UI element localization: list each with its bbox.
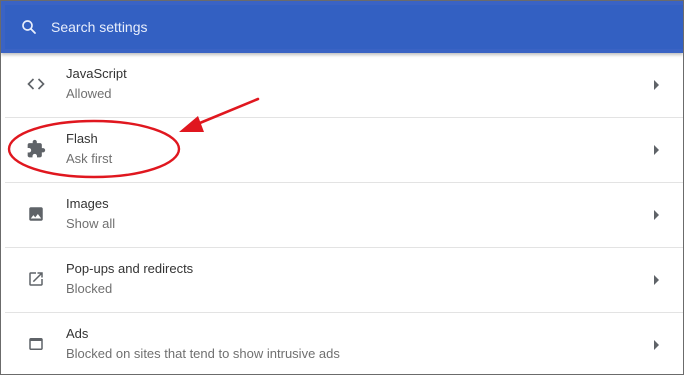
row-subtitle: Show all [66, 216, 116, 231]
search-field[interactable]: Search settings [5, 5, 683, 49]
row-images[interactable]: Images Show all [5, 183, 683, 248]
row-flash[interactable]: Flash Ask first [5, 118, 683, 183]
row-popups-and-redirects[interactable]: Pop-ups and redirects Blocked [5, 248, 683, 313]
image-icon [26, 204, 46, 224]
row-title: JavaScript [66, 66, 127, 81]
search-icon[interactable] [19, 17, 39, 37]
row-javascript[interactable]: JavaScript Allowed [5, 53, 683, 118]
chevron-right-icon[interactable] [652, 340, 662, 350]
row-text: JavaScript Allowed [66, 66, 127, 102]
row-title: Flash [66, 131, 98, 146]
row-ads[interactable]: Ads Blocked on sites that tend to show i… [5, 313, 683, 374]
open-in-new-icon [26, 269, 46, 289]
row-subtitle: Allowed [66, 86, 112, 101]
row-text: Ads Blocked on sites that tend to show i… [66, 326, 340, 362]
puzzle-icon [26, 139, 46, 159]
chevron-right-icon[interactable] [652, 210, 662, 220]
search-bar: Search settings [1, 1, 683, 53]
row-text: Pop-ups and redirects Blocked [66, 261, 193, 297]
row-title: Pop-ups and redirects [66, 261, 194, 276]
chevron-right-icon[interactable] [652, 275, 662, 285]
search-placeholder[interactable]: Search settings [51, 19, 148, 35]
content-settings-list: JavaScript Allowed Flash Ask first Image… [5, 53, 683, 374]
row-subtitle: Blocked [66, 281, 113, 296]
chevron-right-icon[interactable] [652, 145, 662, 155]
row-subtitle: Ask first [66, 151, 113, 166]
code-icon [26, 74, 46, 94]
row-title: Ads [66, 326, 89, 341]
row-subtitle: Blocked on sites that tend to show intru… [66, 346, 340, 361]
settings-window: Search settings JavaScript Allowed Flash… [0, 0, 684, 375]
chevron-right-icon[interactable] [652, 80, 662, 90]
row-text: Flash Ask first [66, 131, 112, 167]
window-icon [26, 334, 46, 354]
row-text: Images Show all [66, 196, 115, 232]
row-title: Images [66, 196, 109, 211]
